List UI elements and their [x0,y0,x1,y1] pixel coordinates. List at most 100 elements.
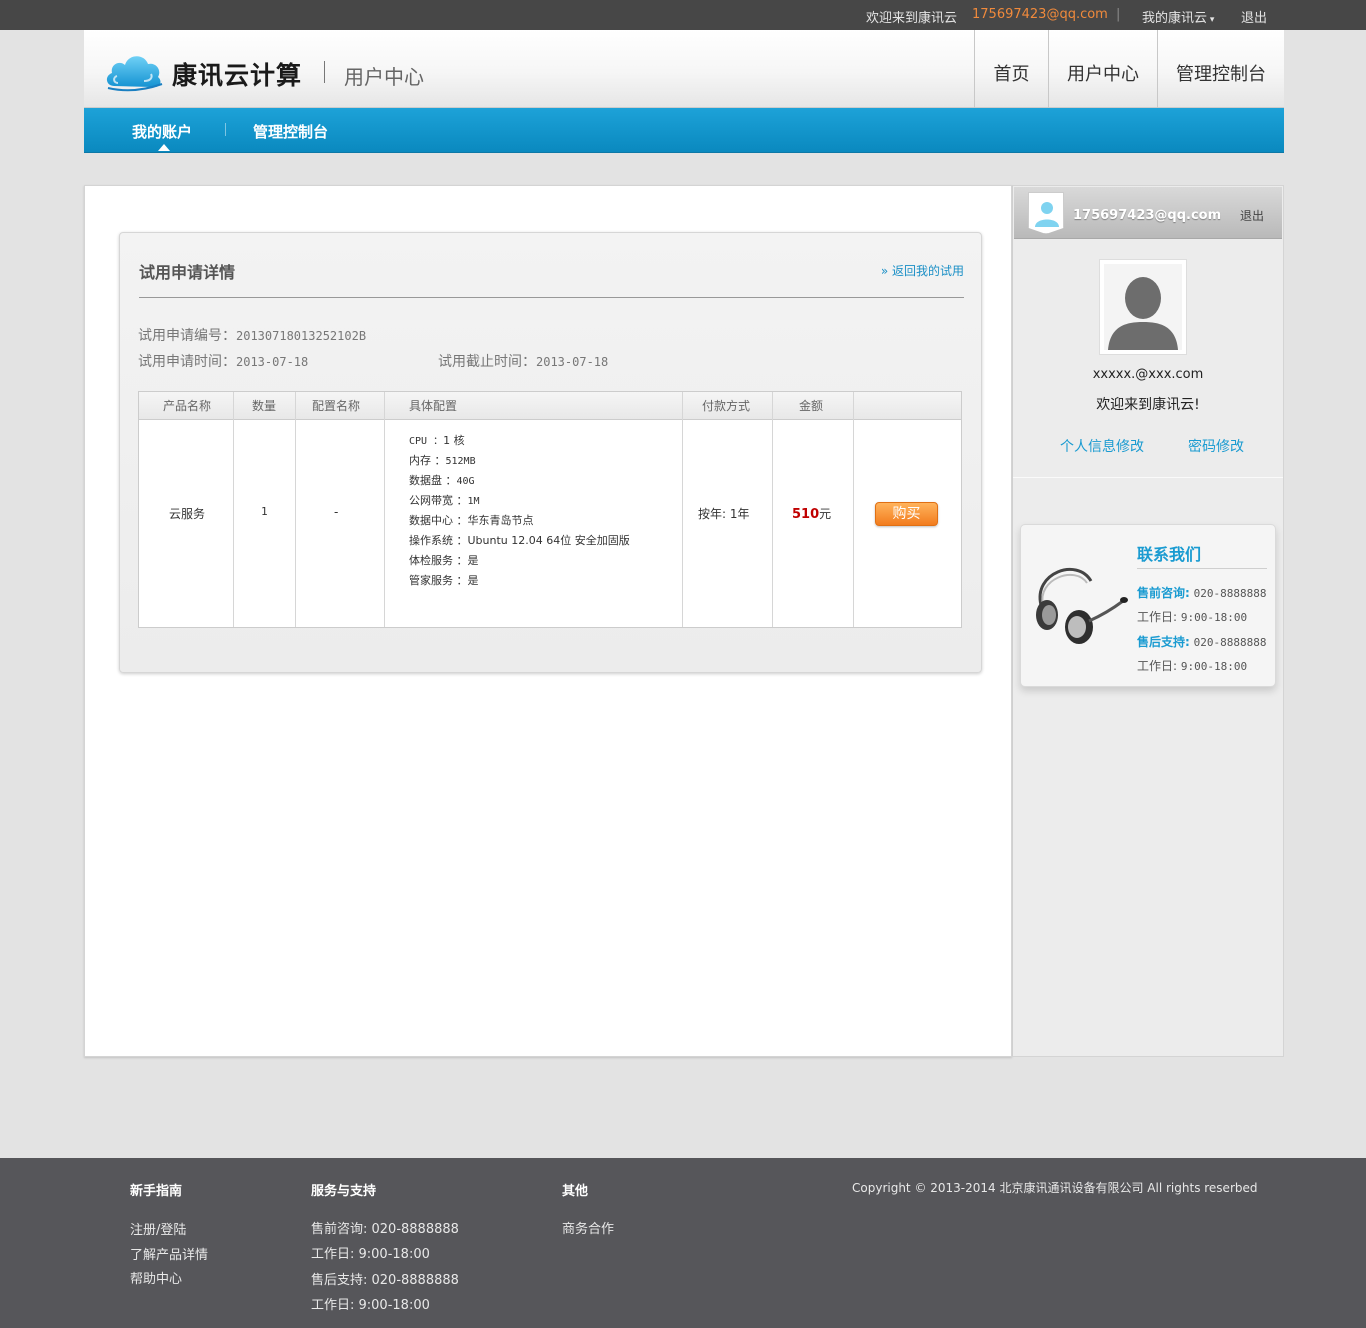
sidebar: 175697423@qq.com 退出 xxxxx.@xxx.com 欢迎来到康… [1012,185,1284,1057]
hours-label: 工作日: [1137,659,1178,673]
config-label: 数据中心 ： [409,514,468,527]
sidebar-user-email: xxxxx.@xxx.com [1092,367,1204,382]
hours-value: 9:00-18:00 [1180,611,1248,624]
sidebar-logout-link[interactable]: 退出 [1240,207,1264,224]
hours-value: 9:00-18:00 [1180,660,1248,673]
back-link-label: 返回我的试用 [891,264,964,278]
chevron-down-icon: ▾ [1207,15,1215,25]
buy-button[interactable]: 购买 [875,502,938,526]
deadline-label: 试用截止时间： [438,354,536,370]
hours-label: 工作日: [1137,610,1178,624]
contact-divider [1137,568,1267,569]
footer-hours: 工作日: 9:00-18:00 [311,1298,430,1313]
config-line-butler: 管家服务 ：是 [409,572,479,588]
support-line: 售后支持: 020-8888888 [1137,633,1267,650]
cell-config-name: - [334,505,339,519]
topbar-email-link[interactable]: 175697423@qq.com [972,7,1108,22]
column-divider [853,392,854,627]
config-line-datacenter: 数据中心 ：华东青岛节点 [409,512,534,528]
cell-quantity: 1 [261,505,268,518]
column-divider [772,392,773,627]
small-avatar [1028,192,1064,234]
th-quantity: 数量 [252,399,277,413]
nav-user-center[interactable]: 用户中心 [1048,30,1157,108]
hours-line-2: 工作日: 9:00-18:00 [1137,657,1247,674]
sidebar-email: 175697423@qq.com [1073,208,1222,223]
brand-divider [324,61,325,83]
config-line-checkup: 体检服务 ：是 [409,552,479,568]
double-chevron-right-icon: » [880,264,892,278]
nav-home[interactable]: 首页 [974,30,1048,108]
sub-navigation: 我的账户 管理控制台 [84,108,1284,153]
config-line-os: 操作系统 ：Ubuntu 12.04 64位 安全加固版 [409,532,630,548]
panel-title: 试用申请详情 [139,263,236,282]
active-indicator-arrow-icon [158,144,170,151]
config-label: 体检服务 ： [409,554,468,567]
th-config-name: 配置名称 [312,399,361,413]
edit-profile-link[interactable]: 个人信息修改 [1060,436,1144,456]
cell-payment: 按年: 1年 [698,507,750,521]
footer-link-help[interactable]: 帮助中心 [130,1268,182,1287]
user-silhouette-icon [1104,264,1182,350]
edit-password-link[interactable]: 密码修改 [1188,436,1244,456]
footer-support: 售后支持: 020-8888888 [311,1273,459,1288]
presale-phone: 020-8888888 [1193,587,1267,600]
amount-unit: 元 [819,507,832,521]
footer-link-product[interactable]: 了解产品详情 [130,1244,208,1263]
th-amount: 金额 [799,399,824,413]
topbar-separator: | [1116,7,1121,22]
config-line-bandwidth: 公网带宽 ：1M [409,492,480,508]
contact-title: 联系我们 [1137,545,1202,564]
config-value: 1 核 [443,434,465,447]
sidebar-welcome: 欢迎来到康讯云! [1096,397,1200,413]
subnav-console[interactable]: 管理控制台 [253,121,328,142]
headset-icon [1036,568,1128,644]
user-avatar-icon [1035,202,1059,227]
support-label: 售后支持: [1137,635,1190,649]
config-label: 内存 ： [409,454,446,467]
apply-number-label: 试用申请编号： [138,328,236,344]
footer-presale: 售前咨询: 020-8888888 [311,1222,459,1237]
support-phone: 020-8888888 [1193,636,1267,649]
config-value: 1M [467,496,480,507]
panel-divider [139,297,964,298]
table-header-row: 产品名称 数量 配置名称 具体配置 付款方式 金额 [139,392,961,420]
subnav-my-account[interactable]: 我的账户 [132,121,192,142]
column-divider [384,392,385,627]
config-value: 是 [467,554,479,567]
main-content: 试用申请详情 » 返回我的试用 试用申请编号：20130718013252102… [84,185,1012,1057]
topbar-welcome: 欢迎来到康讯云 [866,11,958,26]
topbar-my-account-dropdown[interactable]: 我的康讯云 ▾ [1142,7,1214,26]
order-table: 产品名称 数量 配置名称 具体配置 付款方式 金额 云服务 1 - CPU ：1… [138,391,962,628]
config-value: 是 [467,574,479,587]
my-account-label: 我的康讯云 [1142,11,1208,26]
nav-console[interactable]: 管理控制台 [1157,30,1284,108]
config-label: 数据盘 ： [409,474,457,487]
footer-support-title: 服务与支持 [311,1184,377,1199]
apply-time-value: 2013-07-18 [236,355,309,369]
config-value: Ubuntu 12.04 64位 安全加固版 [467,534,630,547]
trial-detail-panel: 试用申请详情 » 返回我的试用 试用申请编号：20130718013252102… [119,232,982,673]
config-label: CPU ： [409,436,444,447]
topbar-logout-link[interactable]: 退出 [1241,7,1267,26]
amount-value: 510 [792,507,820,522]
footer-link-business[interactable]: 商务合作 [562,1218,614,1237]
sub-brand: 用户中心 [344,65,424,89]
presale-line: 售前咨询: 020-8888888 [1137,584,1267,601]
contact-card: 联系我们 售前咨询: 020-8888888 工作日: 9:00-18:00 售… [1020,524,1276,687]
config-line-disk: 数据盘 ：40G [409,472,475,488]
config-value: 40G [456,476,475,487]
presale-label: 售前咨询: [1137,586,1190,600]
footer-hours: 工作日: 9:00-18:00 [311,1247,430,1262]
back-to-my-trials-link[interactable]: » 返回我的试用 [881,262,964,279]
top-bar: 欢迎来到康讯云 175697423@qq.com | 我的康讯云 ▾ 退出 [0,0,1366,30]
th-payment: 付款方式 [702,399,751,413]
column-divider [233,392,234,627]
cell-product: 云服务 [169,507,206,521]
sidebar-divider [1013,477,1283,478]
footer-copyright: Copyright © 2013-2014 北京康讯通讯设备有限公司 All r… [852,1181,1258,1195]
site-footer: 新手指南 注册/登陆 了解产品详情 帮助中心 服务与支持 售前咨询: 020-8… [0,1158,1366,1328]
config-line-memory: 内存 ：512MB [409,452,476,468]
footer-link-register[interactable]: 注册/登陆 [130,1219,186,1238]
site-header: 康讯云计算 用户中心 首页 用户中心 管理控制台 [84,30,1284,108]
